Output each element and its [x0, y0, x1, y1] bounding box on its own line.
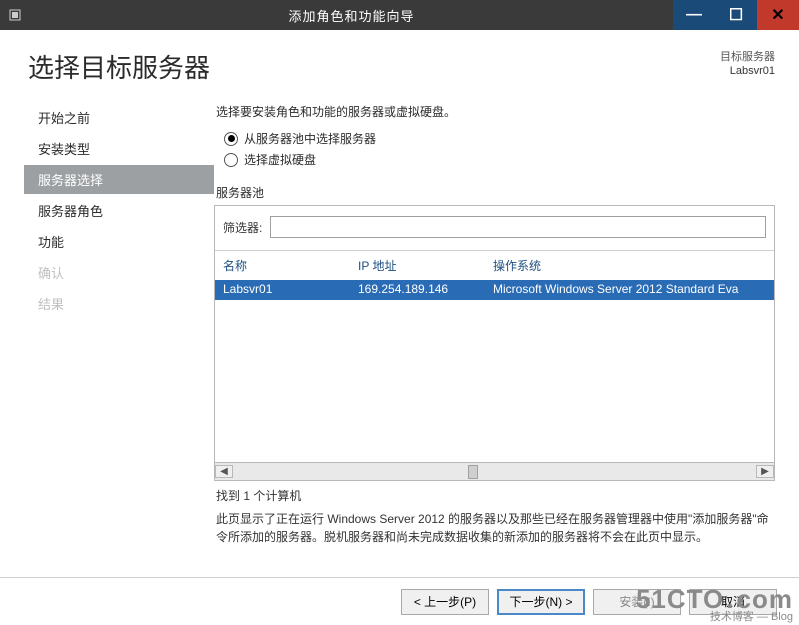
target-server-value: Labsvr01 — [720, 64, 775, 78]
cancel-button[interactable]: 取消 — [689, 589, 777, 615]
window-buttons: — ☐ ✕ — [673, 0, 799, 30]
minimize-button[interactable]: — — [673, 0, 715, 30]
radio-dot-icon — [224, 132, 238, 146]
scroll-track[interactable] — [233, 464, 756, 480]
install-button: 安装(I) — [593, 589, 681, 615]
server-row[interactable]: Labsvr01 169.254.189.146 Microsoft Windo… — [215, 280, 774, 300]
page-description-text: 此页显示了正在运行 Windows Server 2012 的服务器以及那些已经… — [216, 510, 773, 546]
main-row: 开始之前 安装类型 服务器选择 服务器角色 功能 确认 结果 选择要安装角色和功… — [24, 103, 775, 577]
previous-button[interactable]: < 上一步(P) — [401, 589, 489, 615]
server-pool-label: 服务器池 — [216, 184, 775, 201]
title-bar: 添加角色和功能向导 — ☐ ✕ — [0, 0, 799, 30]
radio-pool-label: 从服务器池中选择服务器 — [244, 130, 376, 147]
found-count-text: 找到 1 个计算机 — [216, 487, 773, 504]
sidebar-item-server-selection[interactable]: 服务器选择 — [24, 165, 214, 194]
wizard-button-bar: < 上一步(P) 下一步(N) > 安装(I) 取消 — [0, 577, 799, 625]
sidebar-item-confirm: 确认 — [24, 258, 214, 287]
sidebar-item-results: 结果 — [24, 289, 214, 318]
filter-row: 筛选器: — [215, 206, 774, 251]
server-pool-box: 筛选器: 名称 IP 地址 操作系统 Labsvr01 169.254.189.… — [214, 205, 775, 481]
target-server-label: 目标服务器 — [720, 50, 775, 64]
col-header-os[interactable]: 操作系统 — [493, 257, 766, 274]
app-icon — [0, 8, 30, 22]
wizard-steps-sidebar: 开始之前 安装类型 服务器选择 服务器角色 功能 确认 结果 — [24, 103, 214, 577]
filter-label: 筛选器: — [223, 219, 262, 236]
window-title: 添加角色和功能向导 — [30, 6, 673, 25]
grid-header: 名称 IP 地址 操作系统 — [215, 251, 774, 280]
col-header-ip[interactable]: IP 地址 — [358, 257, 493, 274]
filter-input[interactable] — [270, 216, 766, 238]
radio-vhd-label: 选择虚拟硬盘 — [244, 151, 316, 168]
radio-dot-icon — [224, 153, 238, 167]
scroll-thumb[interactable] — [468, 465, 478, 479]
header-row: 选择目标服务器 目标服务器 Labsvr01 — [24, 48, 775, 85]
target-server-box: 目标服务器 Labsvr01 — [720, 48, 775, 79]
scroll-right-icon[interactable]: ▶ — [756, 465, 774, 478]
sidebar-item-install-type[interactable]: 安装类型 — [24, 134, 214, 163]
cell-ip: 169.254.189.146 — [358, 282, 493, 296]
radio-select-from-pool[interactable]: 从服务器池中选择服务器 — [224, 130, 775, 147]
maximize-button[interactable]: ☐ — [715, 0, 757, 30]
horizontal-scrollbar[interactable]: ◀ ▶ — [215, 462, 774, 480]
sidebar-item-before-begin[interactable]: 开始之前 — [24, 103, 214, 132]
grid-body[interactable]: Labsvr01 169.254.189.146 Microsoft Windo… — [215, 280, 774, 462]
content-pane: 选择要安装角色和功能的服务器或虚拟硬盘。 从服务器池中选择服务器 选择虚拟硬盘 … — [214, 103, 775, 577]
col-header-name[interactable]: 名称 — [223, 257, 358, 274]
next-button[interactable]: 下一步(N) > — [497, 589, 585, 615]
instruction-text: 选择要安装角色和功能的服务器或虚拟硬盘。 — [216, 103, 775, 120]
cell-os: Microsoft Windows Server 2012 Standard E… — [493, 282, 766, 296]
cell-name: Labsvr01 — [223, 282, 358, 296]
dialog-body: 选择目标服务器 目标服务器 Labsvr01 开始之前 安装类型 服务器选择 服… — [0, 30, 799, 577]
radio-select-vhd[interactable]: 选择虚拟硬盘 — [224, 151, 775, 168]
sidebar-item-features[interactable]: 功能 — [24, 227, 214, 256]
sidebar-item-server-roles[interactable]: 服务器角色 — [24, 196, 214, 225]
page-title: 选择目标服务器 — [24, 48, 210, 85]
close-button[interactable]: ✕ — [757, 0, 799, 30]
scroll-left-icon[interactable]: ◀ — [215, 465, 233, 478]
